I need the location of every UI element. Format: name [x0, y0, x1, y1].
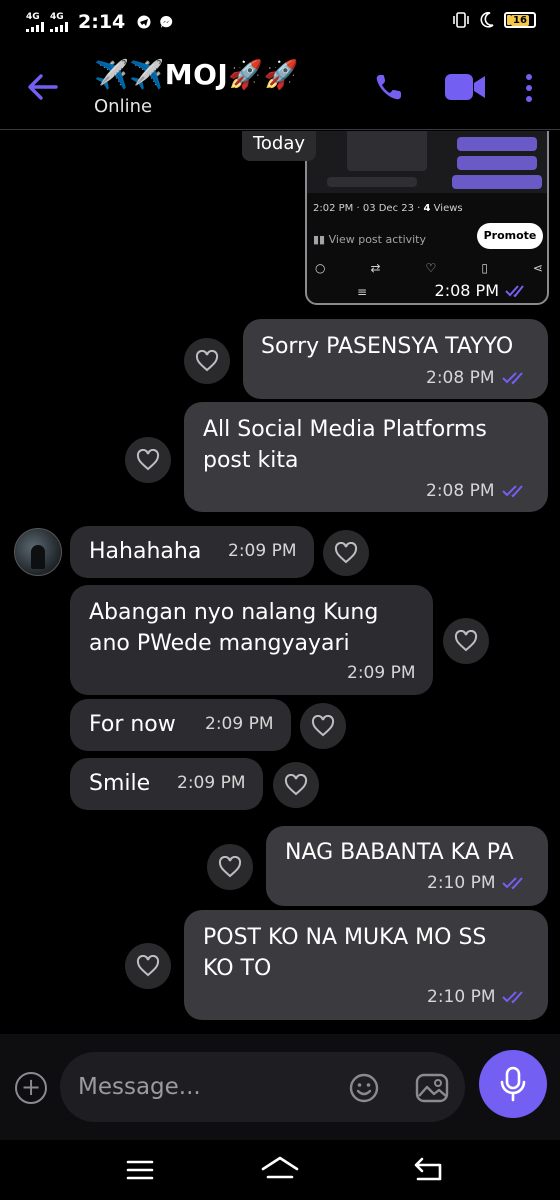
- battery-level: 16: [511, 14, 529, 26]
- view-post-activity-label: View post activity: [328, 233, 427, 246]
- repost-icon: ⇄: [370, 261, 381, 275]
- video-call-icon[interactable]: [444, 72, 486, 102]
- message-text: For now: [89, 712, 176, 737]
- view-post-activity-link[interactable]: ▮▮ View post activity: [313, 233, 426, 246]
- react-heart-icon[interactable]: [300, 703, 346, 749]
- message-time: 2:10 PM: [427, 873, 496, 893]
- reply-icon: ○: [315, 261, 326, 275]
- status-clock: 2:14: [78, 11, 126, 33]
- more-options-icon[interactable]: [520, 72, 538, 104]
- message-time: 2:09 PM: [205, 714, 274, 734]
- react-heart-icon[interactable]: [125, 437, 171, 483]
- message-text: POST KO NA MUKA MO SS KO TO: [203, 925, 487, 981]
- phone-icon[interactable]: [374, 72, 404, 102]
- message-time: 2:09 PM: [228, 541, 297, 561]
- message-field[interactable]: [60, 1052, 465, 1122]
- post-timestamp: 2:02 PM · 03 Dec 23 ·: [313, 203, 424, 214]
- back-nav-icon[interactable]: [408, 1155, 448, 1185]
- message-composer: +: [0, 1034, 560, 1140]
- react-heart-icon[interactable]: [323, 530, 369, 576]
- nav-preview-icon: ≡: [357, 285, 368, 299]
- signal-2-icon: 4G: [50, 11, 68, 32]
- contact-avatar[interactable]: [14, 528, 62, 576]
- message-time: 2:08 PM: [426, 368, 495, 388]
- recent-apps-icon[interactable]: [120, 1155, 160, 1185]
- voice-message-button[interactable]: [479, 1050, 547, 1118]
- post-views-label: Views: [430, 203, 463, 214]
- promote-button[interactable]: Promote: [477, 223, 543, 249]
- chat-header: ✈️✈️MOJ🚀🚀 Online: [0, 44, 560, 130]
- shared-post-time: 2:08 PM: [434, 281, 499, 300]
- message-bubble[interactable]: Smile 2:09 PM: [70, 758, 263, 810]
- react-heart-icon[interactable]: [273, 762, 319, 808]
- system-nav-bar: [0, 1140, 560, 1200]
- read-receipt-icon: [502, 877, 523, 890]
- message-bubble[interactable]: Hahahaha 2:09 PM: [70, 526, 314, 578]
- message-text: Hahahaha: [89, 539, 202, 564]
- post-actions: ○ ⇄ ♡ ▯ ⋖: [315, 261, 543, 275]
- message-text: NAG BABANTA KA PA: [285, 840, 514, 865]
- message-input[interactable]: [78, 1070, 338, 1104]
- bookmark-icon: ▯: [481, 261, 488, 275]
- status-bar: 4G 4G 2:14 16: [0, 0, 560, 44]
- message-list[interactable]: 2:02 PM · 03 Dec 23 · 4 Views ▮▮ View po…: [0, 131, 560, 1033]
- message-text: Sorry PASENSYA TAYYO: [261, 334, 514, 359]
- message-bubble[interactable]: All Social Media Platforms post kita 2:0…: [184, 402, 548, 512]
- shared-post-preview[interactable]: 2:02 PM · 03 Dec 23 · 4 Views ▮▮ View po…: [305, 131, 549, 305]
- message-bubble[interactable]: Sorry PASENSYA TAYYO 2:08 PM: [243, 319, 548, 399]
- read-receipt-icon: [502, 991, 523, 1004]
- message-bubble[interactable]: NAG BABANTA KA PA 2:10 PM: [266, 826, 548, 906]
- react-heart-icon[interactable]: [207, 844, 253, 890]
- post-view-count: 4: [423, 203, 431, 214]
- like-icon: ♡: [425, 261, 437, 275]
- network-type-1: 4G: [26, 11, 40, 22]
- message-bubble[interactable]: For now 2:09 PM: [70, 699, 291, 751]
- message-time: 2:09 PM: [177, 773, 246, 793]
- emoji-icon[interactable]: [348, 1072, 380, 1104]
- react-heart-icon[interactable]: [443, 618, 489, 664]
- messenger-icon: [160, 15, 173, 28]
- telegram-icon: [137, 15, 151, 29]
- post-meta: 2:02 PM · 03 Dec 23 · 4 Views: [313, 203, 463, 214]
- gallery-icon[interactable]: [415, 1072, 449, 1104]
- vibrate-icon: [453, 12, 469, 28]
- preview-thread-image: [307, 131, 547, 193]
- share-icon: ⋖: [532, 261, 543, 275]
- date-divider: Today: [242, 131, 316, 161]
- contact-name[interactable]: ✈️✈️MOJ🚀🚀: [94, 58, 299, 91]
- message-time: 2:10 PM: [427, 987, 496, 1007]
- microphone-icon: [500, 1066, 526, 1102]
- react-heart-icon[interactable]: [184, 338, 230, 384]
- message-text: Smile: [89, 771, 151, 796]
- home-icon[interactable]: [260, 1155, 300, 1185]
- message-time: 2:09 PM: [347, 663, 416, 683]
- read-receipt-icon: [502, 485, 523, 498]
- message-bubble[interactable]: Abangan nyo nalang Kung ano PWede mangya…: [70, 585, 433, 695]
- contact-status: Online: [94, 96, 153, 117]
- message-bubble[interactable]: POST KO NA MUKA MO SS KO TO 2:10 PM: [184, 910, 548, 1020]
- moon-icon: [480, 12, 494, 28]
- network-type-2: 4G: [50, 11, 64, 22]
- react-heart-icon[interactable]: [125, 943, 171, 989]
- attach-plus-icon[interactable]: +: [15, 1072, 47, 1104]
- read-receipt-icon: [505, 284, 524, 297]
- message-text: Abangan nyo nalang Kung ano PWede mangya…: [89, 600, 379, 656]
- back-arrow-icon[interactable]: [26, 72, 60, 102]
- message-text: All Social Media Platforms post kita: [203, 417, 487, 473]
- shared-post-meta: 2:08 PM: [435, 281, 529, 300]
- read-receipt-icon: [502, 372, 523, 385]
- message-time: 2:08 PM: [426, 481, 495, 501]
- battery-icon: 16: [504, 12, 536, 28]
- signal-1-icon: 4G: [26, 11, 44, 32]
